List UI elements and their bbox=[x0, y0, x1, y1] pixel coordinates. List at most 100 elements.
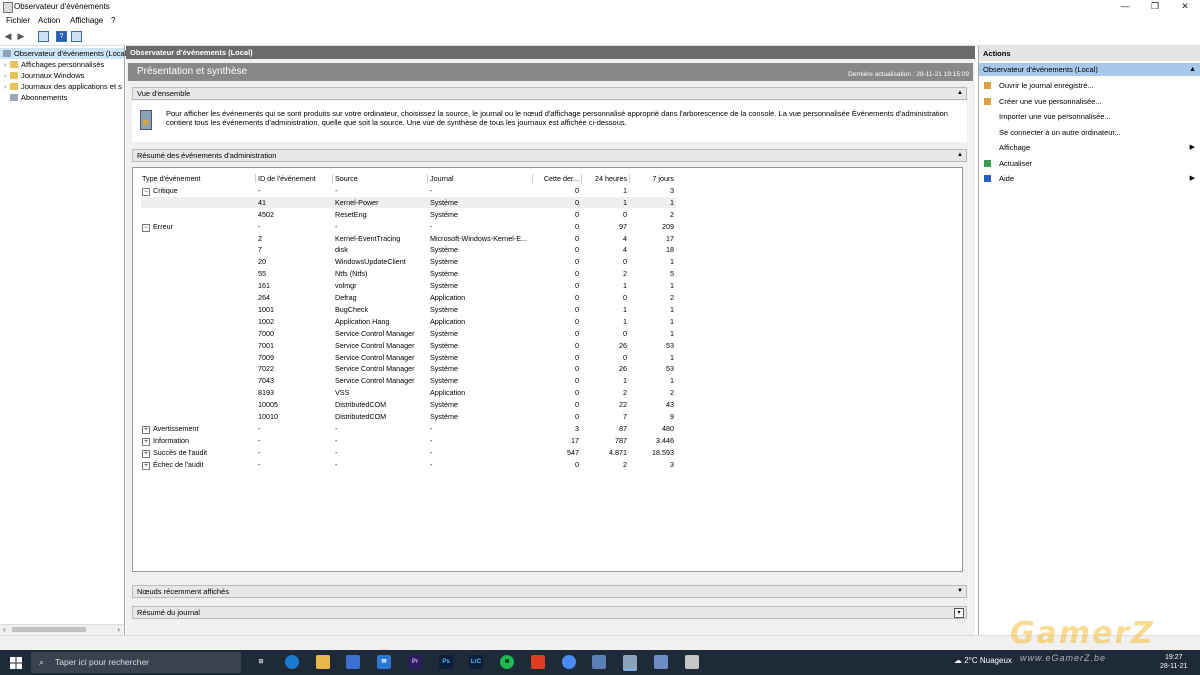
table-row[interactable]: 7009 Service Control Manager Système 0 0 1 bbox=[141, 352, 676, 363]
edge-browser-icon[interactable] bbox=[285, 655, 299, 669]
forward-arrow-icon[interactable]: ▶ bbox=[16, 31, 26, 41]
action-item[interactable]: Aide ▶ bbox=[979, 172, 1200, 185]
help-toolbar-icon[interactable]: ? bbox=[56, 31, 67, 42]
table-row[interactable]: 1001 BugCheck Système 0 1 1 bbox=[141, 304, 676, 315]
menu-help[interactable]: ? bbox=[111, 16, 115, 25]
task-view-icon[interactable]: ⊞ bbox=[254, 655, 268, 669]
table-row[interactable]: 55 Ntfs (Ntfs) Système 0 2 5 bbox=[141, 268, 676, 279]
table-group-row[interactable]: + Avertissement - - -3 87 480 bbox=[141, 423, 676, 434]
cell-journal: Application bbox=[430, 388, 466, 398]
spotify-icon[interactable]: ≋ bbox=[500, 655, 514, 669]
col-header-7days[interactable]: 7 jours bbox=[629, 173, 674, 184]
table-row[interactable]: 2 Kernel-EventTracing Microsoft-Windows-Ke… bbox=[141, 233, 676, 244]
collapse-icon[interactable]: ▲ bbox=[956, 89, 964, 97]
tree-item-app-logs[interactable]: › Journaux des applications et s bbox=[4, 81, 122, 92]
store-icon[interactable] bbox=[346, 655, 360, 669]
expand-box-icon[interactable]: + bbox=[142, 425, 150, 434]
table-row[interactable]: 4502 ResetEng Système 0 0 2 bbox=[141, 209, 676, 220]
console-tree-icon[interactable] bbox=[38, 31, 49, 42]
cell-event-id: 4502 bbox=[258, 209, 274, 219]
tree-item-custom-views[interactable]: › Affichages personnalisés bbox=[4, 59, 104, 70]
expand-box-icon[interactable]: + bbox=[142, 437, 150, 446]
log-summary-section-header[interactable]: Résumé du journal ▾ bbox=[132, 606, 967, 619]
expand-icon[interactable]: ▾ bbox=[954, 608, 964, 618]
tree-root[interactable]: Observateur d'événements (Local) bbox=[0, 48, 129, 59]
lightroom-classic-icon[interactable]: LrC bbox=[469, 655, 483, 669]
table-row[interactable]: 7000 Service Control Manager Système 0 0 1 bbox=[141, 328, 676, 339]
scrollbar-thumb[interactable] bbox=[12, 627, 86, 632]
table-row[interactable]: 41 Kernel-Power Système 0 1 1 bbox=[141, 196, 676, 208]
cell-event-id: 55 bbox=[258, 269, 266, 279]
collapse-arrow-icon[interactable]: ▲ bbox=[1189, 63, 1196, 76]
col-header-type[interactable]: Type d'événement bbox=[142, 173, 252, 184]
tree-item-subscriptions[interactable]: Abonnements bbox=[4, 92, 67, 103]
taskbar-search-box[interactable]: ⌕ Taper ici pour rechercher bbox=[31, 652, 241, 673]
mail-icon[interactable]: ✉ bbox=[377, 655, 391, 669]
back-arrow-icon[interactable]: ◀ bbox=[3, 31, 13, 41]
scroll-left-icon[interactable]: ‹ bbox=[3, 625, 6, 635]
table-group-row[interactable]: − Critique - - -0 1 3 bbox=[141, 185, 676, 196]
table-row[interactable]: 20 WindowsUpdateClient Système 0 0 1 bbox=[141, 256, 676, 267]
network-app-icon[interactable] bbox=[654, 655, 668, 669]
expand-box-icon[interactable]: + bbox=[142, 449, 150, 458]
table-row[interactable]: 7 disk Système 0 4 18 bbox=[141, 244, 676, 255]
recent-nodes-section-header[interactable]: Nœuds récemment affichés ▼ bbox=[132, 585, 967, 598]
table-row[interactable]: 10005 DistributedCOM Système 0 22 43 bbox=[141, 399, 676, 410]
summary-section-header[interactable]: Résumé des événements d'administration ▲ bbox=[132, 149, 967, 162]
table-row[interactable]: 8193 VSS Application 0 2 2 bbox=[141, 387, 676, 398]
col-header-journal[interactable]: Journal bbox=[430, 173, 540, 184]
cell-last-hour: 0 bbox=[575, 328, 579, 338]
system-clock[interactable]: 19:27 28-11-21 bbox=[1160, 653, 1188, 671]
col-header-last-hour[interactable]: Cette der... bbox=[535, 173, 579, 184]
action-item[interactable]: Créer une vue personnalisée... bbox=[979, 95, 1200, 108]
close-button[interactable]: ✕ bbox=[1170, 0, 1200, 14]
weather-widget[interactable]: ☁ 2°C Nuageux bbox=[954, 656, 1012, 665]
scroll-right-icon[interactable]: › bbox=[117, 625, 120, 635]
table-row[interactable]: 161 volmgr Système 0 1 1 bbox=[141, 280, 676, 291]
action-item[interactable]: Ouvrir le journal enregistré... bbox=[979, 79, 1200, 92]
overview-section-header[interactable]: Vue d'ensemble ▲ bbox=[132, 87, 967, 100]
table-row[interactable]: 10010 DistributedCOM Système 0 7 9 bbox=[141, 411, 676, 422]
tree-item-windows-logs[interactable]: › Journaux Windows bbox=[4, 70, 84, 81]
file-explorer-icon[interactable] bbox=[316, 655, 330, 669]
table-group-row[interactable]: + Échec de l'audit - - -0 2 3 bbox=[141, 459, 676, 470]
event-viewer-taskbar-icon[interactable] bbox=[623, 655, 637, 671]
collapse-icon[interactable]: ▲ bbox=[956, 151, 964, 159]
table-row[interactable]: 1002 Application Hang Application 0 1 1 bbox=[141, 316, 676, 327]
table-row[interactable]: 264 Defrag Application 0 0 2 bbox=[141, 292, 676, 303]
menu-action[interactable]: Action bbox=[38, 16, 60, 25]
snipping-tool-icon[interactable] bbox=[685, 655, 699, 669]
table-group-row[interactable]: + Succès de l'audit - - -547 4.871 18.593 bbox=[141, 447, 676, 458]
cell-journal: Microsoft-Windows-Kernel-E... bbox=[430, 233, 528, 243]
tree-horizontal-scrollbar[interactable]: ‹ › bbox=[0, 624, 124, 635]
table-row[interactable]: 7043 Service Control Manager Système 0 1 1 bbox=[141, 375, 676, 386]
chrome-icon[interactable] bbox=[562, 655, 576, 669]
table-row[interactable]: 7022 Service Control Manager Système 0 26 53 bbox=[141, 363, 676, 374]
action-item[interactable]: Importer une vue personnalisée... bbox=[979, 110, 1200, 123]
photoshop-icon[interactable]: Ps bbox=[439, 655, 453, 669]
collapse-box-icon[interactable]: − bbox=[142, 187, 150, 196]
menu-view[interactable]: Affichage bbox=[70, 16, 103, 25]
menu-file[interactable]: Fichier bbox=[6, 16, 30, 25]
expand-box-icon[interactable]: + bbox=[142, 461, 150, 470]
table-row[interactable]: 7001 Service Control Manager Système 0 26 53 bbox=[141, 340, 676, 351]
actions-section-header[interactable]: Observateur d'événements (Local) ▲ bbox=[979, 63, 1200, 76]
premiere-pro-icon[interactable]: Pr bbox=[408, 655, 422, 669]
minimize-button[interactable]: — bbox=[1110, 0, 1140, 14]
restore-button[interactable]: ❐ bbox=[1140, 0, 1170, 14]
office-icon[interactable] bbox=[531, 655, 545, 669]
action-item[interactable]: Se connecter à un autre ordinateur... bbox=[979, 126, 1200, 139]
collapse-box-icon[interactable]: − bbox=[142, 223, 150, 232]
cell-last-hour: 17 bbox=[571, 435, 579, 445]
col-header-id[interactable]: ID de l'événement bbox=[258, 173, 333, 184]
action-pane-icon[interactable] bbox=[71, 31, 82, 42]
expand-icon[interactable]: ▼ bbox=[956, 587, 964, 595]
col-header-24h[interactable]: 24 heures bbox=[581, 173, 627, 184]
windows-start-icon[interactable] bbox=[10, 657, 22, 669]
col-header-source[interactable]: Source bbox=[335, 173, 427, 184]
action-item[interactable]: Affichage ▶ bbox=[979, 141, 1200, 154]
action-item[interactable]: Actualiser bbox=[979, 157, 1200, 170]
table-group-row[interactable]: − Erreur - - -0 97 209 bbox=[141, 221, 676, 232]
table-group-row[interactable]: + Information - - -17 787 3.446 bbox=[141, 435, 676, 446]
control-panel-icon[interactable] bbox=[592, 655, 606, 669]
